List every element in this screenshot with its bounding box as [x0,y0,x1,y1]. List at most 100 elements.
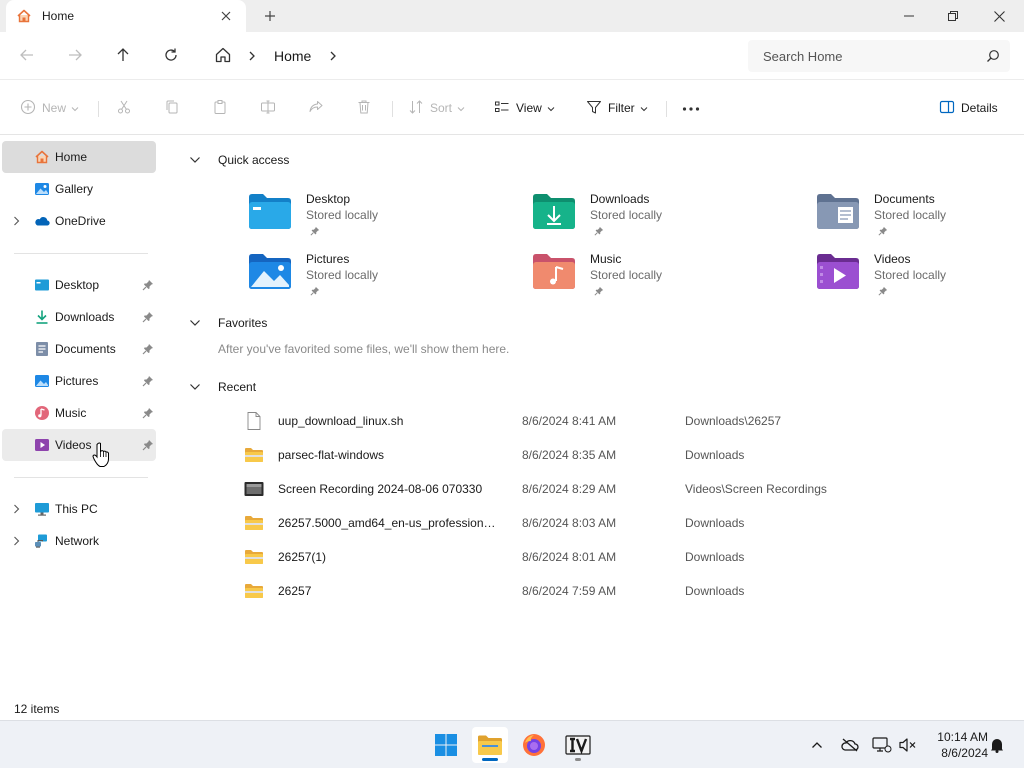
recent-row[interactable]: parsec-flat-windows 8/6/2024 8:35 AM Dow… [244,438,944,470]
sidebar-item-home[interactable]: Home [2,141,156,173]
details-pane-icon [939,99,955,118]
clock[interactable]: 10:14 AM 8/6/2024 [922,729,988,761]
sidebar-item-label: Pictures [55,374,99,388]
search-input[interactable] [763,48,973,64]
chevron-right-icon[interactable] [10,535,22,547]
pin-icon[interactable] [142,311,154,323]
quick-access-item[interactable]: Downloads Stored locally [532,186,772,242]
sidebar-item-onedrive[interactable]: OneDrive [2,205,156,237]
onedrive-tray-button[interactable] [840,735,860,755]
pin-icon [310,286,320,296]
sidebar-item-documents[interactable]: Documents [2,333,156,365]
pin-icon [878,286,888,296]
sidebar-item-pictures[interactable]: Pictures [2,365,156,397]
chevron-right-icon[interactable] [10,215,22,227]
navigation-pane: Home Gallery OneDrive Desktop Downloads … [0,136,164,700]
pin-icon[interactable] [142,375,154,387]
recent-location: Downloads [685,584,745,598]
share-button[interactable] [308,96,324,120]
sidebar-item-label: Gallery [55,182,94,196]
file-explorer-taskbar-button[interactable] [472,727,508,763]
sidebar-item-label: Downloads [55,310,115,324]
volume-tray-button[interactable] [898,735,918,755]
quick-access-item[interactable]: Videos Stored locally [816,246,1024,302]
quick-access-name: Videos [874,252,911,266]
bell-icon [991,739,1003,753]
network-status-icon [872,737,892,753]
recent-name: 26257 [278,584,312,598]
new-tab-button[interactable] [260,8,280,24]
see-more-button[interactable] [682,96,700,120]
copy-button[interactable] [164,96,180,120]
favorites-header[interactable]: Favorites [188,313,267,333]
pictures-folder-icon [35,375,49,387]
minimize-button[interactable] [886,0,932,32]
chevron-right-icon[interactable] [327,48,339,64]
more-icon [682,101,700,115]
new-button[interactable]: New [20,96,79,120]
pin-icon[interactable] [142,407,154,419]
chevron-right-icon[interactable] [246,48,258,64]
close-icon[interactable] [218,8,234,24]
pin-icon [594,226,604,236]
sidebar-item-downloads[interactable]: Downloads [2,301,156,333]
pin-icon[interactable] [142,343,154,355]
recent-row[interactable]: Screen Recording 2024-08-06 070330 8/6/2… [244,472,944,504]
start-button[interactable] [428,727,464,763]
paste-button[interactable] [212,96,228,120]
notifications-button[interactable] [987,735,1007,755]
tab-home[interactable]: Home [6,0,246,32]
quick-access-item[interactable]: Desktop Stored locally [248,186,488,242]
folder-icon [245,516,263,530]
cut-button[interactable] [116,96,132,120]
recent-row[interactable]: 26257.5000_amd64_en-us_professional_... … [244,506,944,538]
details-pane-button[interactable]: Details [939,96,998,120]
chevron-down-icon [71,101,79,115]
chevron-right-icon[interactable] [10,503,22,515]
sidebar-item-gallery[interactable]: Gallery [2,173,156,205]
network-tray-button[interactable] [872,735,892,755]
pin-icon[interactable] [142,279,154,291]
view-button[interactable]: View [494,96,555,120]
quick-access-item[interactable]: Pictures Stored locally [248,246,488,302]
rename-button[interactable] [260,96,276,120]
maximize-button[interactable] [930,0,976,32]
filter-button[interactable]: Filter [586,96,648,120]
forward-button[interactable] [63,44,87,68]
pin-icon[interactable] [142,439,154,451]
recent-row[interactable]: uup_download_linux.sh 8/6/2024 8:41 AM D… [244,404,944,436]
refresh-button[interactable] [159,44,183,68]
breadcrumb-home[interactable]: Home [274,48,311,64]
firefox-taskbar-button[interactable] [516,727,552,763]
breadcrumb-home-button[interactable] [212,44,234,68]
close-window-button[interactable] [976,0,1022,32]
recent-header[interactable]: Recent [188,377,256,397]
sort-button[interactable]: Sort [408,96,465,120]
recent-row[interactable]: 26257(1) 8/6/2024 8:01 AM Downloads [244,540,944,572]
back-button[interactable] [15,44,39,68]
this-pc-icon [35,503,49,516]
view-label: View [516,101,542,115]
home-outline-icon [214,46,232,67]
folder-icon [245,584,263,598]
sidebar-item-desktop[interactable]: Desktop [2,269,156,301]
quick-access-item[interactable]: Music Stored locally [532,246,772,302]
quick-access-header[interactable]: Quick access [188,150,289,170]
sidebar-item-this-pc[interactable]: This PC [2,493,156,525]
recent-row[interactable]: 26257 8/6/2024 7:59 AM Downloads [244,574,944,606]
sidebar-item-videos[interactable]: Videos [2,429,156,461]
sidebar-item-label: Desktop [55,278,100,292]
gta-iv-taskbar-button[interactable] [560,727,596,763]
quick-access-name: Documents [874,192,935,206]
taskbar: 10:14 AM 8/6/2024 [0,720,1024,768]
sidebar-item-music[interactable]: Music [2,397,156,429]
delete-button[interactable] [356,96,372,120]
up-button[interactable] [111,44,135,68]
share-icon [308,99,324,118]
search-icon[interactable] [986,49,1000,66]
quick-access-item[interactable]: Documents Stored locally [816,186,1024,242]
volume-muted-icon [899,738,916,752]
show-hidden-icons-button[interactable] [807,735,827,755]
downloads-folder-icon [533,194,575,229]
sidebar-item-network[interactable]: Network [2,525,156,557]
